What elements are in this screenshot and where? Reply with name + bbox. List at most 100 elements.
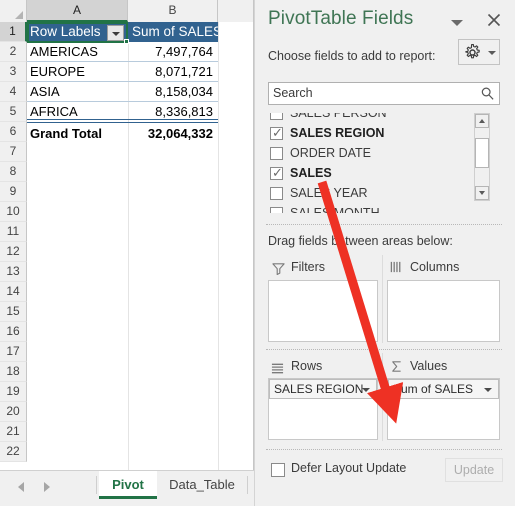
sheet-nav-arrows[interactable] bbox=[8, 477, 64, 497]
pane-section-divider bbox=[266, 224, 502, 225]
area-title-columns: Columns bbox=[410, 260, 460, 274]
row-header-14[interactable]: 14 bbox=[0, 282, 27, 302]
column-header-b[interactable]: B bbox=[128, 0, 218, 22]
sheet-tab-bar[interactable]: Pivot Data_Table bbox=[0, 470, 254, 506]
pivot-values-header[interactable]: Sum of SALES bbox=[128, 22, 218, 42]
grand-total-value[interactable]: 32,064,332 bbox=[128, 124, 218, 144]
row-header-13[interactable]: 13 bbox=[0, 262, 27, 282]
field-label: ORDER DATE bbox=[290, 146, 372, 160]
search-input[interactable] bbox=[273, 86, 463, 100]
worksheet-grid[interactable]: A B 1 2 3 4 5 6 7 8 9 10 11 12 13 14 15 … bbox=[0, 0, 254, 470]
row-header-6[interactable]: 6 bbox=[0, 122, 27, 142]
field-item-sales-year[interactable]: SALES YEAR bbox=[268, 184, 473, 203]
area-divider-bottom bbox=[382, 353, 383, 441]
defer-layout-update-label: Defer Layout Update bbox=[291, 461, 407, 475]
footer-divider bbox=[266, 449, 502, 450]
scroll-down-button[interactable] bbox=[475, 186, 489, 200]
row-header-10[interactable]: 10 bbox=[0, 202, 27, 222]
field-item-sales-month[interactable]: SALES MONTH bbox=[268, 204, 473, 213]
tab-divider-right bbox=[247, 476, 248, 494]
update-button[interactable]: Update bbox=[445, 458, 503, 482]
triangle-up-icon bbox=[479, 119, 485, 123]
row-labels-filter-button[interactable] bbox=[107, 25, 124, 41]
row-header-16[interactable]: 16 bbox=[0, 322, 27, 342]
field-item-sales-region[interactable]: ✓ SALES REGION bbox=[268, 124, 473, 143]
row-header-1[interactable]: 1 bbox=[0, 22, 27, 42]
row-header-3[interactable]: 3 bbox=[0, 62, 27, 82]
choose-fields-label: Choose fields to add to report: bbox=[268, 49, 436, 63]
row-header-12[interactable]: 12 bbox=[0, 242, 27, 262]
chevron-down-icon[interactable] bbox=[484, 388, 492, 392]
pivot-row-value-2[interactable]: 8,158,034 bbox=[128, 82, 218, 102]
area-divider-top bbox=[382, 255, 383, 343]
row-header-15[interactable]: 15 bbox=[0, 302, 27, 322]
pivot-row-label-1[interactable]: EUROPE bbox=[27, 62, 128, 82]
row-header-21[interactable]: 21 bbox=[0, 422, 27, 442]
sheet-tab-pivot[interactable]: Pivot bbox=[99, 471, 157, 499]
defer-layout-update-checkbox[interactable] bbox=[271, 463, 285, 477]
row-header-8[interactable]: 8 bbox=[0, 162, 27, 182]
search-icon[interactable] bbox=[480, 86, 495, 106]
row-header-7[interactable]: 7 bbox=[0, 142, 27, 162]
scrollbar-thumb[interactable] bbox=[475, 138, 489, 168]
field-item-sales-person[interactable]: SALES PERSON bbox=[268, 113, 473, 123]
field-list[interactable]: SALES PERSON ✓ SALES REGION ORDER DATE ✓… bbox=[268, 113, 500, 213]
pivot-row-value-0[interactable]: 7,497,764 bbox=[128, 42, 218, 62]
pivottable-fields-pane: PivotTable Fields Choose fields to add t… bbox=[254, 0, 515, 506]
field-list-scrollbar[interactable] bbox=[474, 113, 490, 201]
select-all-corner[interactable] bbox=[0, 0, 27, 22]
fill-handle[interactable] bbox=[124, 39, 129, 44]
checkbox-unchecked-icon[interactable] bbox=[270, 207, 283, 213]
area-title-filters: Filters bbox=[291, 260, 326, 274]
triangle-right-icon[interactable] bbox=[44, 482, 50, 492]
columns-icon bbox=[390, 261, 403, 279]
select-all-triangle-icon bbox=[15, 11, 23, 19]
field-label: SALES PERSON bbox=[290, 113, 387, 120]
field-item-order-date[interactable]: ORDER DATE bbox=[268, 144, 473, 163]
filter-icon bbox=[272, 262, 285, 280]
filters-drop-area[interactable] bbox=[268, 280, 378, 342]
row-header-19[interactable]: 19 bbox=[0, 382, 27, 402]
chevron-down-icon[interactable] bbox=[362, 388, 370, 392]
sigma-icon bbox=[390, 360, 403, 378]
sheet-tab-data-table[interactable]: Data_Table bbox=[158, 471, 246, 499]
pivot-row-value-1[interactable]: 8,071,721 bbox=[128, 62, 218, 82]
row-header-22[interactable]: 22 bbox=[0, 442, 27, 462]
area-row-divider bbox=[266, 349, 502, 350]
pivot-row-rule-1 bbox=[27, 61, 218, 62]
chevron-down-icon[interactable] bbox=[451, 20, 463, 26]
row-header-17[interactable]: 17 bbox=[0, 342, 27, 362]
row-header-20[interactable]: 20 bbox=[0, 402, 27, 422]
checkbox-checked-icon[interactable]: ✓ bbox=[270, 166, 283, 180]
checkbox-unchecked-icon[interactable] bbox=[270, 113, 283, 120]
row-header-18[interactable]: 18 bbox=[0, 362, 27, 382]
rows-field-pill-sales-region[interactable]: SALES REGION bbox=[269, 379, 377, 399]
field-label: SALES MONTH bbox=[290, 206, 380, 213]
row-header-2[interactable]: 2 bbox=[0, 42, 27, 62]
column-header-c[interactable] bbox=[218, 0, 254, 22]
columns-drop-area[interactable] bbox=[387, 280, 500, 342]
row-header-9[interactable]: 9 bbox=[0, 182, 27, 202]
pivot-row-rule-3 bbox=[27, 101, 218, 102]
row-header-5[interactable]: 5 bbox=[0, 102, 27, 122]
column-header-a[interactable]: A bbox=[27, 0, 128, 22]
checkbox-checked-icon[interactable]: ✓ bbox=[270, 126, 283, 140]
row-header-4[interactable]: 4 bbox=[0, 82, 27, 102]
pill-label: Sum of SALES bbox=[393, 382, 474, 396]
triangle-left-icon[interactable] bbox=[18, 482, 24, 492]
field-label: SALES YEAR bbox=[290, 186, 368, 200]
field-search-box[interactable] bbox=[268, 82, 500, 105]
row-header-11[interactable]: 11 bbox=[0, 222, 27, 242]
checkbox-unchecked-icon[interactable] bbox=[270, 147, 283, 160]
values-field-pill-sum-of-sales[interactable]: Sum of SALES bbox=[388, 379, 499, 399]
pivot-row-label-0[interactable]: AMERICAS bbox=[27, 42, 128, 62]
chevron-down-icon bbox=[112, 32, 120, 36]
scroll-up-button[interactable] bbox=[475, 114, 489, 128]
pivot-row-label-2[interactable]: ASIA bbox=[27, 82, 128, 102]
tab-divider-left bbox=[96, 476, 97, 494]
field-item-sales[interactable]: ✓ SALES bbox=[268, 164, 473, 183]
field-list-tools-button[interactable] bbox=[458, 39, 500, 65]
checkbox-unchecked-icon[interactable] bbox=[270, 187, 283, 200]
close-icon[interactable] bbox=[483, 9, 505, 31]
grand-total-label[interactable]: Grand Total bbox=[27, 124, 128, 144]
